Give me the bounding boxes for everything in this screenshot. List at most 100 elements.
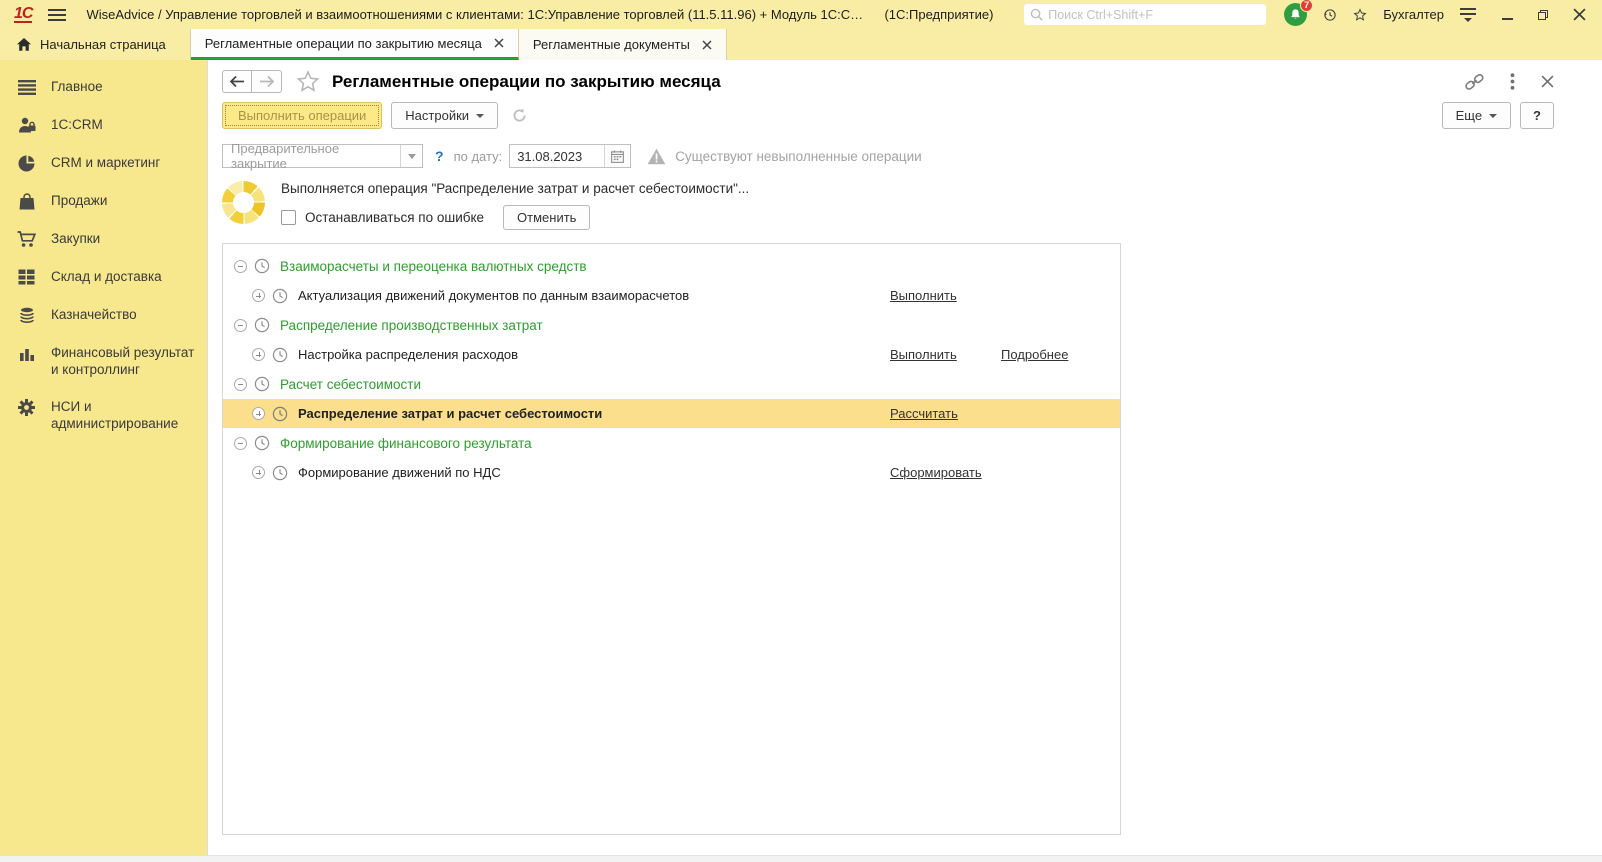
sidebar-item-label: Финансовый результат и контроллинг — [51, 345, 195, 377]
tree-group-row[interactable]: Распределение производственных затрат — [223, 310, 1120, 340]
sidebar-item-label: 1С:CRM — [51, 117, 103, 132]
stop-on-error-checkbox[interactable] — [281, 210, 296, 225]
help-button[interactable]: ? — [1520, 102, 1554, 129]
main-menu-icon[interactable] — [48, 8, 67, 21]
collapse-icon[interactable] — [234, 318, 247, 332]
favorite-star-icon[interactable] — [296, 70, 320, 93]
sidebar-item-sales[interactable]: Продажи — [0, 182, 207, 220]
refresh-button[interactable] — [507, 102, 532, 129]
service-menu-icon[interactable] — [1460, 7, 1476, 22]
closing-date-input[interactable] — [510, 145, 605, 167]
sidebar-item-label: НСИ и администрирование — [51, 399, 179, 431]
sidebar-item-label: Склад и доставка — [51, 269, 162, 284]
get-link-icon[interactable] — [1465, 73, 1484, 91]
filter-row: Предварительное закрытие ? по дату: 31.0… — [222, 141, 1602, 171]
sidebar-item-1c-crm[interactable]: 1С:CRM — [0, 106, 207, 144]
tab-label: Регламентные документы — [532, 37, 690, 52]
favorites-star-icon[interactable] — [1353, 7, 1367, 22]
sidebar-item-label: Казначейство — [51, 307, 137, 322]
bar-chart-icon — [17, 344, 36, 362]
execute-link[interactable]: Выполнить — [890, 347, 957, 362]
status-strip — [0, 855, 1602, 862]
gear-icon — [17, 398, 36, 416]
closing-type-value: Предварительное закрытие — [231, 141, 340, 171]
notifications-icon[interactable]: 7 — [1284, 0, 1314, 26]
minimize-button[interactable] — [1500, 8, 1514, 22]
tree-item-row[interactable]: Формирование движений по НДС Сформироват… — [223, 458, 1120, 487]
tree-item-label: Распределение затрат и расчет себестоимо… — [298, 406, 603, 421]
form-link[interactable]: Сформировать — [890, 465, 982, 480]
closing-type-help-icon[interactable]: ? — [435, 148, 444, 164]
clock-icon — [272, 347, 288, 363]
run-operations-button[interactable]: Выполнить операции — [222, 102, 383, 129]
search-input[interactable] — [1048, 7, 1261, 22]
cancel-button[interactable]: Отменить — [503, 205, 591, 230]
global-search[interactable] — [1024, 4, 1267, 25]
sidebar-item-treasury[interactable]: Казначейство — [0, 296, 207, 334]
tab-reg-documents[interactable]: Регламентные документы — [518, 29, 727, 60]
tree-item-label: Актуализация движений документов по данн… — [298, 288, 690, 303]
tree-item-row[interactable]: Настройка распределения расходов Выполни… — [223, 340, 1120, 369]
calendar-icon[interactable] — [604, 145, 631, 167]
tree-group-row[interactable]: Расчет себестоимости — [223, 369, 1120, 399]
tab-reg-operations[interactable]: Регламентные операции по закрытию месяца — [190, 29, 519, 60]
form-header-row: Регламентные операции по закрытию месяца — [222, 70, 1602, 93]
sidebar-item-financial-result[interactable]: Финансовый результат и контроллинг — [0, 334, 207, 388]
back-button[interactable] — [222, 70, 252, 93]
closing-date-field[interactable] — [509, 144, 632, 168]
date-label: по дату: — [453, 148, 503, 164]
current-user[interactable]: Бухгалтер — [1383, 7, 1444, 22]
close-window-button[interactable] — [1572, 8, 1586, 22]
dropdown-arrow-icon[interactable] — [400, 145, 422, 167]
tree-item-row-selected[interactable]: Распределение затрат и расчет себестоимо… — [223, 399, 1120, 428]
chevron-down-icon — [476, 113, 485, 118]
1c-logo: 1С — [14, 4, 33, 23]
settings-button[interactable]: Настройки — [391, 102, 499, 129]
expand-icon[interactable] — [252, 466, 265, 479]
history-icon[interactable] — [1323, 8, 1337, 22]
expand-icon[interactable] — [252, 348, 265, 361]
collapse-icon[interactable] — [234, 259, 247, 273]
window-title-suffix: (1С:Предприятие) — [884, 7, 994, 22]
shopping-cart-icon — [17, 230, 36, 248]
calculate-link[interactable]: Рассчитать — [890, 406, 958, 421]
sidebar-item-purchases[interactable]: Закупки — [0, 220, 207, 258]
warning-icon — [647, 148, 666, 165]
tree-group-row[interactable]: Формирование финансового результата — [223, 428, 1120, 458]
collapse-icon[interactable] — [234, 436, 247, 450]
home-icon — [16, 37, 32, 52]
shopping-bag-icon — [17, 192, 36, 210]
sidebar-item-nsi-administration[interactable]: НСИ и администрирование — [0, 388, 207, 442]
execute-link[interactable]: Выполнить — [890, 288, 957, 303]
window-title: WiseAdvice / Управление торговлей и взаи… — [86, 7, 867, 22]
details-link[interactable]: Подробнее — [1001, 347, 1068, 362]
tree-item-row[interactable]: Актуализация движений документов по данн… — [223, 281, 1120, 310]
more-menu-dots-icon[interactable] — [1510, 73, 1515, 90]
collapse-icon[interactable] — [234, 377, 247, 391]
tree-group-row[interactable]: Взаиморасчеты и переоценка валютных сред… — [223, 251, 1120, 281]
closing-type-select[interactable]: Предварительное закрытие — [222, 141, 423, 171]
sidebar-item-main[interactable]: Главное — [0, 68, 207, 106]
clock-icon — [254, 317, 270, 333]
search-icon — [1030, 8, 1043, 21]
tab-home[interactable]: Начальная страница — [0, 29, 191, 60]
tab-close-icon[interactable] — [702, 39, 712, 50]
expand-icon[interactable] — [252, 407, 265, 420]
notification-badge: 7 — [1300, 0, 1314, 12]
more-actions-button[interactable]: Еще — [1441, 102, 1512, 129]
tab-label: Регламентные операции по закрытию месяца — [204, 35, 482, 51]
sidebar-item-warehouse[interactable]: Склад и доставка — [0, 258, 207, 296]
main-content: Регламентные операции по закрытию месяца… — [207, 60, 1602, 855]
sidebar-item-label: CRM и маркетинг — [51, 155, 161, 170]
progress-message: Выполняется операция "Распределение затр… — [281, 181, 750, 196]
forward-button[interactable] — [252, 70, 282, 93]
restore-button[interactable] — [1536, 8, 1550, 22]
sections-panel: Главное 1С:CRM CRM и маркетинг Продажи З… — [0, 60, 207, 855]
close-form-icon[interactable] — [1541, 75, 1554, 88]
clock-icon — [254, 258, 270, 274]
tab-label: Начальная страница — [40, 37, 166, 52]
tab-close-icon[interactable] — [494, 38, 504, 48]
sidebar-item-crm-marketing[interactable]: CRM и маркетинг — [0, 144, 207, 182]
crm-user-icon — [17, 116, 36, 134]
expand-icon[interactable] — [252, 289, 265, 302]
